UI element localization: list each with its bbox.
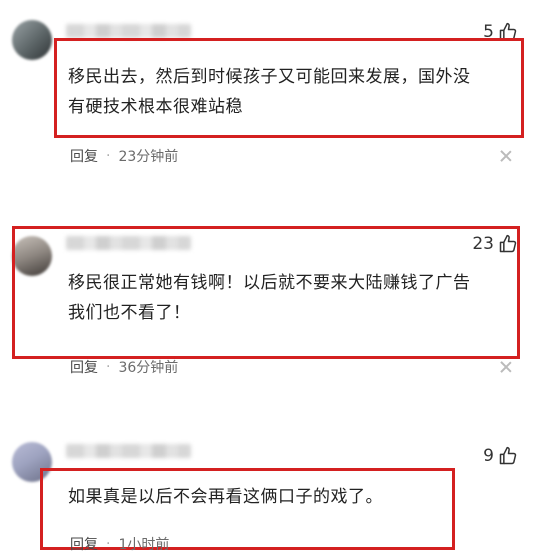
timestamp: 1小时前	[118, 537, 170, 553]
like-count: 9	[483, 446, 494, 466]
username-blurred[interactable]	[66, 444, 191, 458]
thumbs-up-icon	[499, 446, 517, 465]
like-button[interactable]: 9	[483, 446, 518, 466]
comment-text: 如果真是以后不会再看这俩口子的戏了。	[68, 487, 383, 507]
reply-button[interactable]: 回复	[70, 534, 98, 554]
comment-meta: 回复 · 1小时前	[70, 534, 170, 554]
comment-3: 9 如果真是以后不会再看这俩口子的戏了。 回复 · 1小时前	[0, 0, 544, 554]
